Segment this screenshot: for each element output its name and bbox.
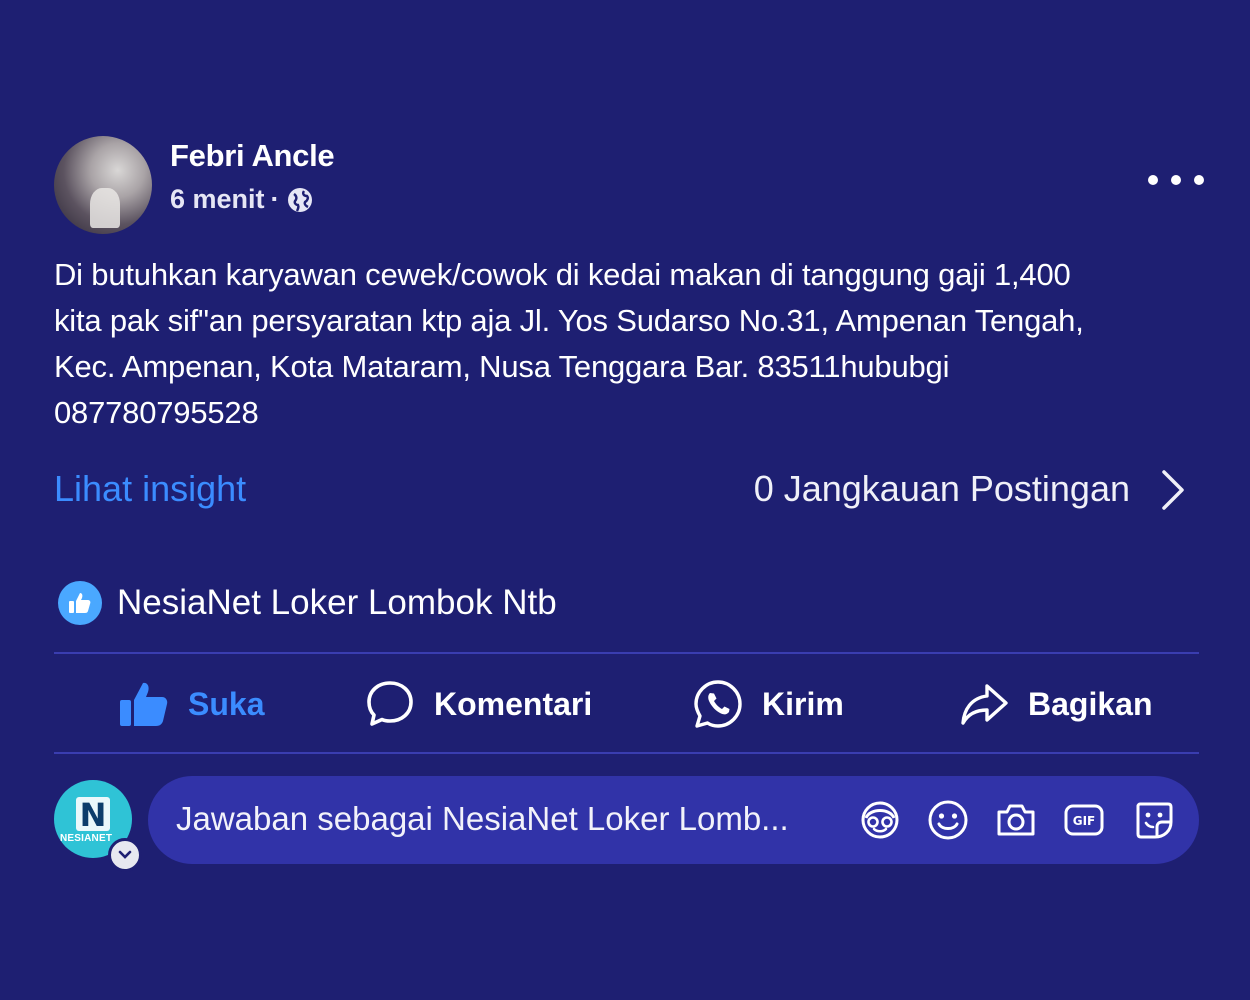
author-avatar[interactable] xyxy=(54,136,152,234)
sticker-icon[interactable] xyxy=(1132,798,1176,842)
post-time[interactable]: 6 menit xyxy=(170,184,265,215)
emoji-icon[interactable] xyxy=(926,798,970,842)
share-button[interactable]: Bagikan xyxy=(958,666,1152,742)
like-label: Suka xyxy=(188,685,265,722)
comment-input[interactable]: Jawaban sebagai NesiaNet Loker Lomb... G… xyxy=(148,776,1199,864)
insight-row: Lihat insight 0 Jangkauan Postingan xyxy=(54,462,1194,518)
post-reach-label[interactable]: 0 Jangkauan Postingan xyxy=(754,468,1130,510)
comment-button[interactable]: Komentari xyxy=(364,666,592,742)
thumbs-up-icon xyxy=(120,682,168,726)
view-insight-link[interactable]: Lihat insight xyxy=(54,468,246,510)
meta-separator: · xyxy=(270,184,280,214)
comment-composer: N NESIANET Jawaban sebagai NesiaNet Loke… xyxy=(54,776,1199,872)
post-text-line: 087780795528 xyxy=(54,395,259,430)
like-button[interactable]: Suka xyxy=(118,666,264,742)
avatar-sticker-icon[interactable] xyxy=(858,798,902,842)
divider xyxy=(54,652,1199,654)
chevron-down-icon[interactable] xyxy=(108,838,142,872)
post-meta: 6 menit · xyxy=(170,184,314,215)
page-logo-text: NESIANET xyxy=(60,833,113,844)
gif-icon[interactable]: GIF xyxy=(1062,798,1106,842)
send-button[interactable]: Kirim xyxy=(692,666,844,742)
chevron-right-icon[interactable] xyxy=(1158,468,1188,512)
divider xyxy=(54,752,1199,754)
reactor-name: NesiaNet Loker Lombok Ntb xyxy=(117,583,557,622)
post-text-line: Di butuhkan karyawan cewek/cowok di keda… xyxy=(54,257,1071,292)
post-text-line: Kec. Ampenan, Kota Mataram, Nusa Tenggar… xyxy=(54,349,950,384)
share-label: Bagikan xyxy=(1028,685,1153,722)
globe-icon xyxy=(287,187,312,212)
share-arrow-icon xyxy=(961,684,1008,725)
send-label: Kirim xyxy=(762,685,844,722)
post-text: Di butuhkan karyawan cewek/cowok di keda… xyxy=(54,252,1214,436)
author-name[interactable]: Febri Ancle xyxy=(170,138,335,174)
whatsapp-icon xyxy=(694,680,742,728)
post-text-line: kita pak sif"an persyaratan ktp aja Jl. … xyxy=(54,303,1084,338)
comment-bubble-icon xyxy=(367,681,413,726)
camera-icon[interactable] xyxy=(994,798,1038,842)
like-reaction-icon xyxy=(58,581,102,625)
svg-text:GIF: GIF xyxy=(1073,814,1096,828)
comment-placeholder: Jawaban sebagai NesiaNet Loker Lomb... xyxy=(176,800,789,837)
comment-label: Komentari xyxy=(434,685,593,722)
page-logo-letter: N xyxy=(76,797,110,833)
post-header: Febri Ancle 6 menit · xyxy=(54,136,1204,236)
post-actions: Suka Komentari Kirim Bagikan xyxy=(54,666,1199,742)
more-options-icon[interactable] xyxy=(1148,168,1204,192)
reaction-summary[interactable]: NesiaNet Loker Lombok Ntb xyxy=(58,580,557,626)
page-avatar[interactable]: N NESIANET xyxy=(54,780,142,872)
